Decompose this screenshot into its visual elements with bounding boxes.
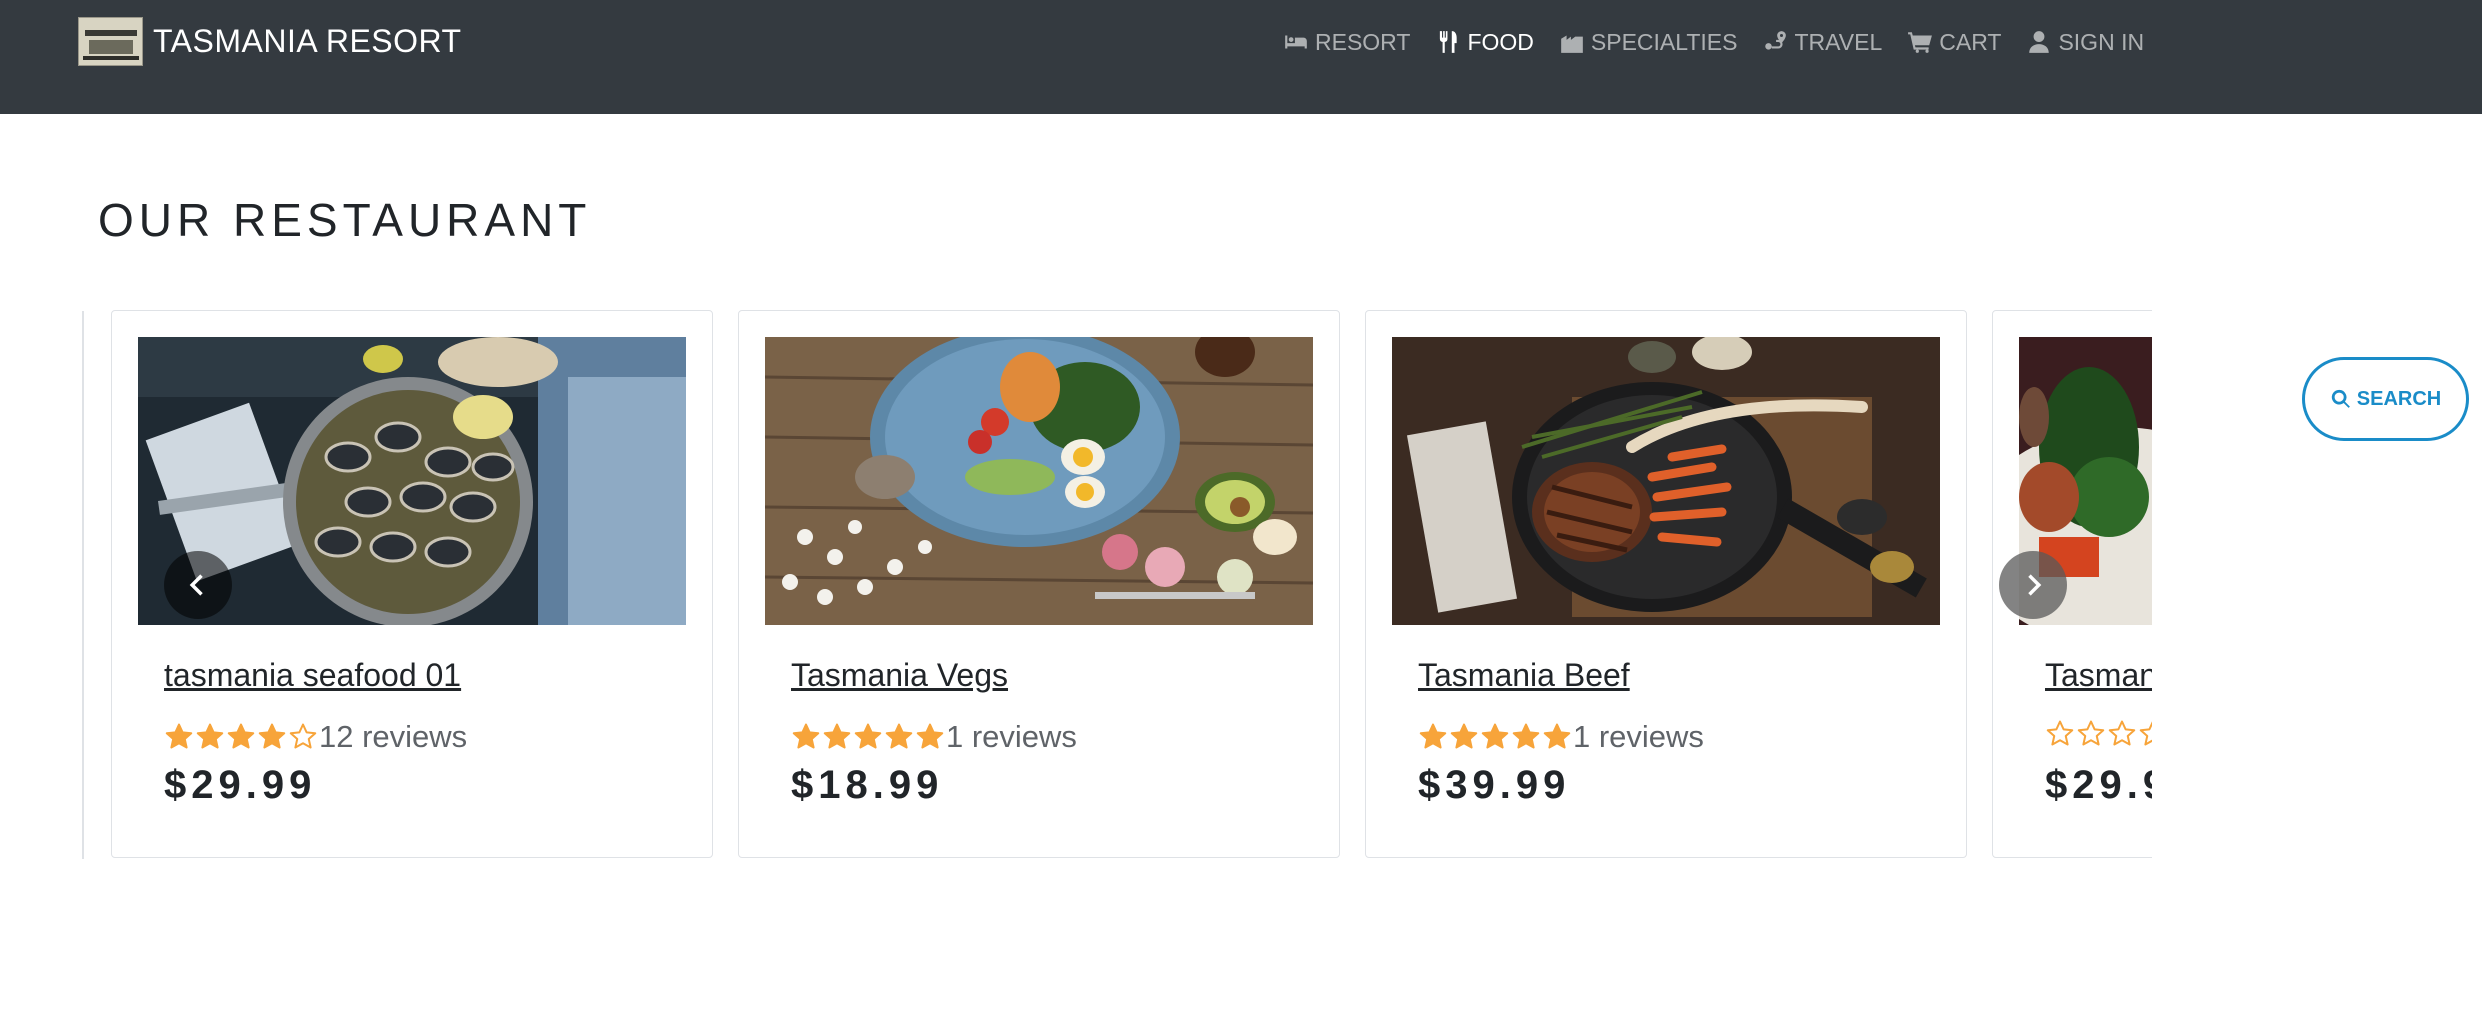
food-price: $18.99 bbox=[791, 763, 944, 807]
star-rating bbox=[1418, 722, 1573, 752]
rating: 1 reviews bbox=[1418, 719, 1704, 755]
food-price: $29.99 bbox=[164, 763, 317, 807]
nav-label: FOOD bbox=[1467, 28, 1534, 55]
star-empty-icon bbox=[289, 723, 317, 749]
nav-item-travel[interactable]: TRAVEL bbox=[1762, 29, 1882, 56]
food-image-vegetables[interactable] bbox=[765, 337, 1313, 625]
utensils-icon bbox=[1440, 31, 1458, 53]
star-filled-icon bbox=[227, 723, 255, 749]
nav-item-specialties[interactable]: SPECIALTIES bbox=[1559, 28, 1738, 56]
page-title: OUR RESTAURANT bbox=[98, 194, 592, 246]
star-filled-icon bbox=[165, 723, 193, 749]
chevron-right-icon bbox=[2028, 574, 2042, 596]
food-carousel: tasmania seafood 01 12 reviews $29.99 Ta… bbox=[0, 310, 2152, 860]
star-filled-icon bbox=[258, 723, 286, 749]
nav-item-food[interactable]: FOOD bbox=[1435, 28, 1534, 56]
star-filled-icon bbox=[1543, 723, 1571, 749]
nav-item-resort[interactable]: RESORT bbox=[1283, 29, 1410, 56]
bed-icon bbox=[1285, 35, 1307, 49]
star-filled-icon bbox=[854, 723, 882, 749]
rating: 12 reviews bbox=[164, 719, 467, 755]
food-card[interactable]: Tasmania Vegs 1 reviews $18.99 bbox=[738, 310, 1340, 858]
food-price: $39.99 bbox=[1418, 763, 1571, 807]
food-card-title[interactable]: Tasmania Vegs bbox=[791, 657, 1008, 694]
reviews-count: 1 reviews bbox=[1573, 719, 1704, 754]
chevron-left-icon bbox=[189, 574, 203, 596]
star-empty-icon bbox=[2077, 720, 2105, 746]
rating bbox=[2045, 719, 2152, 749]
star-empty-icon bbox=[2108, 720, 2136, 746]
food-image-steak[interactable] bbox=[1392, 337, 1940, 625]
star-filled-icon bbox=[885, 723, 913, 749]
nav-item-cart[interactable]: CART bbox=[1907, 29, 2001, 56]
star-rating bbox=[2045, 719, 2152, 749]
search-label: SEARCH bbox=[2356, 387, 2442, 410]
star-filled-icon bbox=[1481, 723, 1509, 749]
top-navbar: TASMANIA RESORT RESORT FOOD SPECIALTIES … bbox=[0, 0, 2482, 114]
city-icon bbox=[1561, 35, 1583, 53]
carousel-next-button[interactable] bbox=[1999, 551, 2067, 619]
star-empty-icon bbox=[2046, 720, 2074, 746]
user-icon bbox=[2029, 31, 2050, 53]
star-filled-icon bbox=[823, 723, 851, 749]
reviews-count: 12 reviews bbox=[319, 719, 468, 754]
star-empty-icon bbox=[2139, 721, 2152, 746]
nav-label: TRAVEL bbox=[1794, 28, 1883, 55]
brand-logo bbox=[78, 17, 143, 66]
main-nav: RESORT FOOD SPECIALTIES TRAVEL CART SIGN… bbox=[1283, 22, 2169, 62]
carousel-prev-button[interactable] bbox=[164, 551, 232, 619]
rating: 1 reviews bbox=[791, 719, 1077, 755]
food-card-title[interactable]: Tasmania Beef bbox=[1418, 657, 1630, 694]
cart-icon bbox=[1908, 32, 1933, 53]
star-filled-icon bbox=[1450, 723, 1478, 749]
star-filled-icon bbox=[196, 723, 224, 749]
star-filled-icon bbox=[792, 723, 820, 749]
nav-label: RESORT bbox=[1315, 28, 1411, 55]
nav-label: SIGN IN bbox=[2058, 28, 2145, 55]
star-filled-icon bbox=[916, 723, 944, 749]
brand-link[interactable]: TASMANIA RESORT bbox=[78, 17, 462, 66]
search-button[interactable]: SEARCH bbox=[2302, 357, 2469, 441]
nav-item-sign-in[interactable]: SIGN IN bbox=[2026, 29, 2144, 56]
nav-label: CART bbox=[1939, 28, 2002, 55]
route-icon bbox=[1765, 31, 1787, 50]
reviews-count: 1 reviews bbox=[946, 719, 1077, 754]
brand-name: TASMANIA RESORT bbox=[153, 23, 462, 59]
food-price: $29.99 bbox=[2045, 763, 2152, 807]
star-filled-icon bbox=[1419, 723, 1447, 749]
star-rating bbox=[164, 722, 319, 752]
nav-label: SPECIALTIES bbox=[1590, 28, 1738, 55]
food-card-title[interactable]: Tasmania bbox=[2045, 657, 2152, 694]
food-card-title[interactable]: tasmania seafood 01 bbox=[164, 657, 461, 694]
food-card[interactable]: Tasmania Beef 1 reviews $39.99 bbox=[1365, 310, 1967, 858]
search-icon bbox=[2331, 389, 2350, 408]
star-filled-icon bbox=[1512, 723, 1540, 749]
star-rating bbox=[791, 722, 946, 752]
